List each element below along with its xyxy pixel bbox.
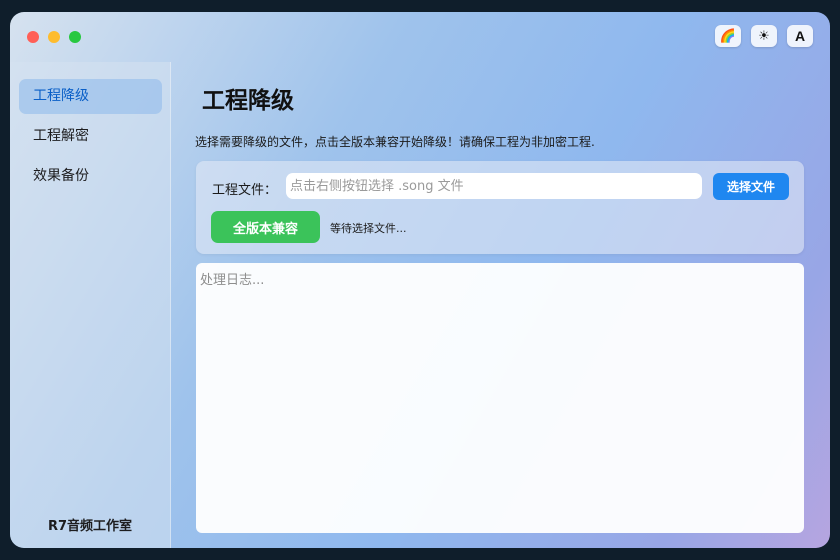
sidebar-item-project-downgrade[interactable]: 工程降级 [19,79,162,114]
sidebar-item-effect-backup[interactable]: 效果备份 [19,159,162,194]
app-window: 🌈 ☀ A 工程降级 工程解密 效果备份 R7音频工作室 工程降级 选择需要降级… [10,12,830,548]
font-toggle-button[interactable]: A [787,25,813,47]
sun-icon: ☀ [758,28,770,44]
page-description: 选择需要降级的文件，点击全版本兼容开始降级！请确保工程为非加密工程. [195,135,595,149]
status-text: 等待选择文件... [330,222,407,235]
full-compatibility-button[interactable]: 全版本兼容 [211,211,320,243]
processing-log[interactable] [196,263,804,533]
page-title: 工程降级 [202,88,294,114]
close-window-button[interactable] [27,31,39,43]
file-selection-panel: 工程文件： 选择文件 全版本兼容 等待选择文件... [196,161,804,254]
sidebar: 工程降级 工程解密 效果备份 R7音频工作室 [10,62,171,548]
sidebar-footer-studio-name: R7音频工作室 [47,519,133,534]
zoom-window-button[interactable] [69,31,81,43]
theme-toggle-button[interactable]: 🌈 [715,25,741,47]
title-bar: 🌈 ☀ A [10,12,830,62]
project-file-label: 工程文件： [212,183,278,198]
project-file-input[interactable] [286,173,702,199]
font-icon: A [794,28,806,44]
sidebar-item-project-decrypt[interactable]: 工程解密 [19,119,162,154]
rainbow-icon: 🌈 [719,28,737,44]
brightness-toggle-button[interactable]: ☀ [751,25,777,47]
minimize-window-button[interactable] [48,31,60,43]
choose-file-button[interactable]: 选择文件 [713,173,789,200]
